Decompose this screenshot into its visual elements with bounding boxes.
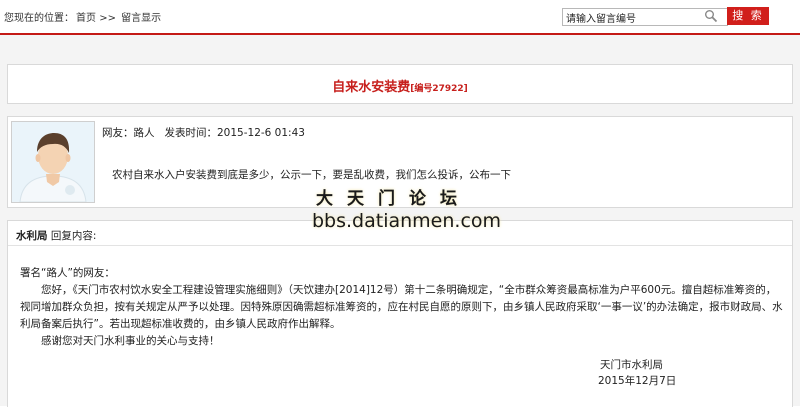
reply-header: 水利局 回复内容: — [16, 228, 96, 243]
reply-signature: 天门市水利局 2015年12月7日 — [598, 357, 676, 389]
post-title-box: 自来水安装费[编号27922] — [7, 64, 793, 104]
reply-author: 水利局 — [16, 230, 48, 242]
reply-label: 回复内容: — [50, 230, 97, 242]
breadcrumb-separator: >> — [99, 13, 116, 24]
reply-divider — [8, 245, 792, 246]
top-bar: 您现在的位置：首页 >> 留言显示 搜 索 — [0, 0, 800, 35]
post-title-text: 自来水安装费 — [332, 80, 411, 95]
watermark-url: bbs.datianmen.com — [312, 210, 502, 232]
post-time: 发表时间：2015-12-6 01:43 — [164, 127, 305, 139]
post-number: [编号27922] — [410, 84, 468, 94]
magnifier-icon[interactable] — [704, 9, 718, 23]
search-button[interactable]: 搜 索 — [727, 7, 769, 25]
reply-thanks: 感谢您对天门水利事业的关心与支持！ — [41, 335, 220, 347]
breadcrumb-prefix: 您现在的位置： — [4, 13, 74, 24]
post-user: 网友：路人 — [102, 127, 155, 139]
reply-box: 水利局 回复内容: 署名“路人”的网友： 您好，《天门市农村饮水安全工程建设管理… — [7, 220, 793, 407]
post-title: 自来水安装费[编号27922] — [332, 76, 468, 95]
reply-greeting: 署名“路人”的网友： — [20, 267, 115, 279]
post-meta: 网友：路人 发表时间：2015-12-6 01:43 — [102, 125, 305, 140]
avatar — [11, 121, 95, 203]
signature-org: 天门市水利局 — [600, 359, 663, 371]
breadcrumb: 您现在的位置： 首页 >> 留言显示 — [4, 9, 163, 24]
reply-body: 署名“路人”的网友： 您好，《天门市农村饮水安全工程建设管理实施细则》（天饮建办… — [20, 265, 786, 350]
signature-date: 2015年12月7日 — [598, 375, 677, 387]
user-avatar-icon — [12, 122, 94, 203]
breadcrumb-current: 留言显示 — [121, 13, 162, 24]
question-text: 农村自来水入户安装费到底是多少，公示一下，要是乱收费，我们怎么投诉，公布一下 — [112, 169, 511, 181]
reply-paragraph: 您好，《天门市农村饮水安全工程建设管理实施细则》（天饮建办[2014]12号）第… — [20, 284, 783, 330]
watermark-name: 大天门论坛 — [316, 189, 471, 209]
breadcrumb-home-link[interactable]: 首页 — [76, 13, 96, 24]
